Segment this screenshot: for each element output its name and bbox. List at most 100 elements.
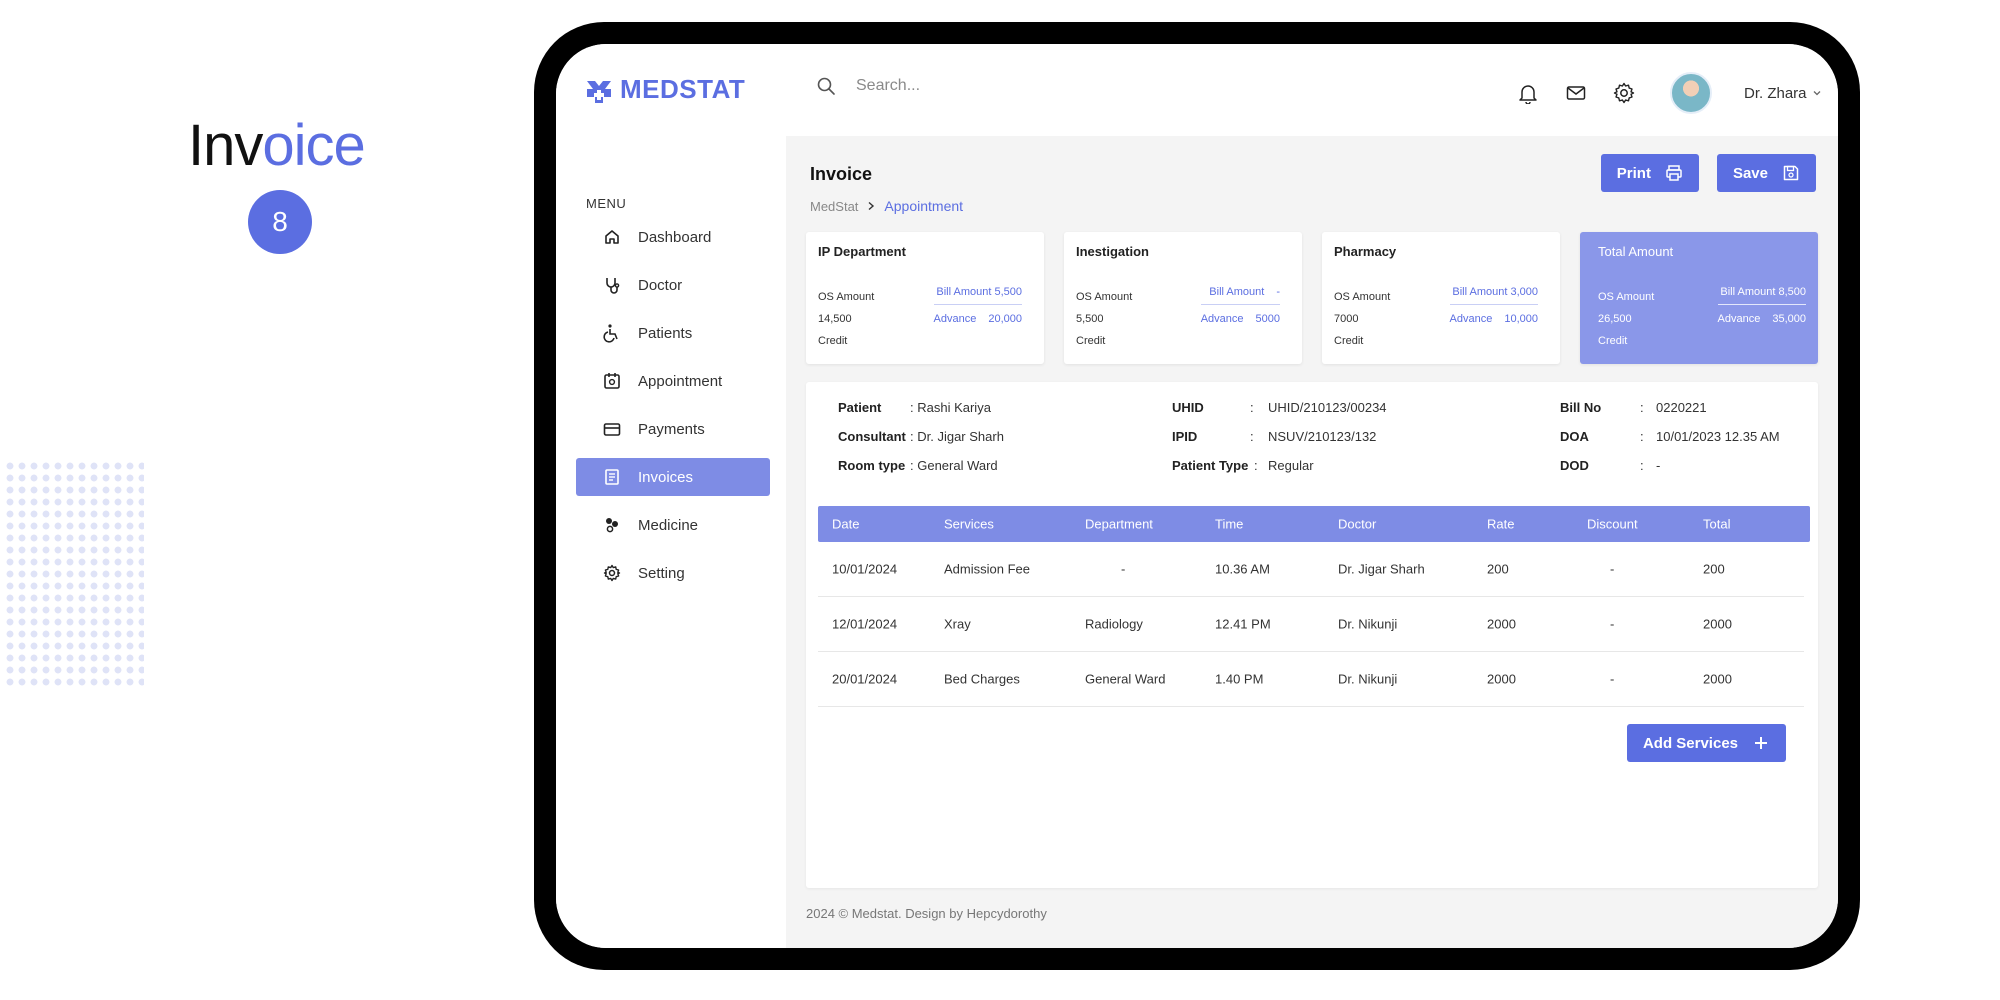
card-os: OS Amount 5,500 Credit <box>1076 286 1132 352</box>
mail-icon <box>1566 86 1586 100</box>
sidebar-item-doctor[interactable]: Doctor <box>576 266 770 304</box>
table-row[interactable]: 20/01/2024 Bed Charges General Ward 1.40… <box>818 652 1804 707</box>
card-bill: Bill Amount 5,500 Advance 20,000 <box>933 286 1022 325</box>
card-title: Total Amount <box>1598 244 1674 259</box>
table-row[interactable]: 10/01/2024 Admission Fee - 10.36 AM Dr. … <box>818 542 1804 597</box>
column-header-rate[interactable]: Rate <box>1487 517 1514 532</box>
cell-rate: 2000 <box>1487 671 1516 687</box>
sidebar-item-label: Payments <box>638 420 705 438</box>
info-colon: : <box>1640 458 1644 473</box>
cell-date: 10/01/2024 <box>832 561 898 577</box>
summary-card-pharmacy: Pharmacy OS Amount 7000 Credit Bill Amou… <box>1322 232 1560 364</box>
chevron-down-icon <box>1813 91 1820 96</box>
user-name: Dr. Zhara <box>1744 84 1807 102</box>
settings-button[interactable] <box>1612 81 1636 105</box>
info-value: 0220221 <box>1656 400 1707 415</box>
info-value: UHID/210123/00234 <box>1268 400 1387 415</box>
bill-label: Bill Amount <box>1720 286 1776 298</box>
search-bar[interactable] <box>816 76 1156 96</box>
sidebar-item-label: Medicine <box>638 516 699 534</box>
info-label: Patient Type <box>1172 458 1249 473</box>
add-services-button[interactable]: Add Services <box>1626 724 1786 762</box>
home-icon <box>605 230 619 244</box>
column-header-time[interactable]: Time <box>1215 517 1243 532</box>
info-value: : General Ward <box>910 458 998 473</box>
bill-value: 5,500 <box>994 286 1022 298</box>
column-header-services[interactable]: Services <box>944 517 994 532</box>
card-bill: Bill Amount - Advance 5000 <box>1200 286 1280 325</box>
promo-title-part1: Inv <box>188 113 263 178</box>
advance-value: 5000 <box>1255 313 1280 325</box>
sidebar-item-label: Appointment <box>638 372 723 390</box>
advance-value: 35,000 <box>1772 313 1806 325</box>
table-row[interactable]: 12/01/2024 Xray Radiology 12.41 PM Dr. N… <box>818 597 1804 652</box>
notifications-button[interactable] <box>1516 81 1540 105</box>
info-colon: : <box>1254 458 1258 473</box>
app-screen: MEDSTAT Dr. Zhara MENU <box>556 44 1838 948</box>
info-colon: : <box>1640 400 1644 415</box>
column-header-date[interactable]: Date <box>832 517 859 532</box>
bill-value: 3,000 <box>1510 286 1538 298</box>
bill-label: Bill Amount <box>1209 286 1265 298</box>
plus-icon <box>1755 737 1767 749</box>
sidebar-item-setting[interactable]: Setting <box>576 554 770 592</box>
gear-icon <box>603 564 621 582</box>
info-label: IPID <box>1172 429 1198 444</box>
save-label: Save <box>1732 164 1768 182</box>
sidebar-item-dashboard[interactable]: Dashboard <box>576 218 770 256</box>
gear-icon <box>1613 82 1635 104</box>
column-header-total[interactable]: Total <box>1703 517 1730 532</box>
user-menu[interactable]: Dr. Zhara <box>1744 85 1823 102</box>
topbar: MEDSTAT Dr. Zhara <box>556 44 1838 136</box>
column-header-department[interactable]: Department <box>1085 517 1153 532</box>
info-colon: : <box>1640 429 1644 444</box>
credit-label: Credit <box>818 335 848 347</box>
info-value: NSUV/210123/132 <box>1268 429 1377 444</box>
sidebar-item-payments[interactable]: Payments <box>576 410 770 448</box>
advance-label: Advance <box>1449 313 1493 325</box>
cell-date: 20/01/2024 <box>832 671 898 687</box>
os-value: 7000 <box>1334 313 1359 325</box>
chevron-right-icon <box>868 201 875 211</box>
search-icon <box>817 77 835 95</box>
column-header-doctor[interactable]: Doctor <box>1338 517 1376 532</box>
sidebar-item-patients[interactable]: Patients <box>576 314 770 352</box>
search-input[interactable] <box>856 77 1156 95</box>
breadcrumb-current[interactable]: Appointment <box>884 198 963 214</box>
card-title: IP Department <box>818 244 906 259</box>
main-content: Invoice MedStat Appointment Print Save I… <box>786 136 1838 948</box>
column-header-discount[interactable]: Discount <box>1587 517 1638 532</box>
sidebar-item-invoices[interactable]: Invoices <box>576 458 770 496</box>
card-os: OS Amount 14,500 Credit <box>818 286 874 352</box>
cell-rate: 2000 <box>1487 616 1516 632</box>
sidebar: MENU Dashboard Doctor Patients Appointme… <box>556 136 786 948</box>
info-uhid: UHID: UHID/210123/00234 <box>1172 400 1387 415</box>
credit-label: Credit <box>1598 335 1628 347</box>
print-button[interactable]: Print <box>1600 154 1699 192</box>
calendar-icon <box>604 373 620 389</box>
printer-icon <box>1666 165 1682 181</box>
sidebar-item-label: Dashboard <box>638 228 712 246</box>
info-doa: DOA:10/01/2023 12.35 AM <box>1560 429 1780 444</box>
avatar[interactable] <box>1670 72 1712 114</box>
messages-button[interactable] <box>1564 81 1588 105</box>
os-label: OS Amount <box>1076 291 1133 303</box>
sidebar-nav: Dashboard Doctor Patients Appointment Pa… <box>576 218 770 602</box>
save-icon <box>1783 165 1799 181</box>
bell-icon <box>1519 85 1537 104</box>
os-label: OS Amount <box>818 291 875 303</box>
cell-department: General Ward <box>1085 671 1166 687</box>
sidebar-item-appointment[interactable]: Appointment <box>576 362 770 400</box>
sidebar-item-medicine[interactable]: Medicine <box>576 506 770 544</box>
info-label: UHID <box>1172 400 1204 415</box>
brand-logo[interactable]: MEDSTAT <box>584 74 745 105</box>
cell-rate: 200 <box>1487 561 1509 577</box>
summary-card-investigation: Inestigation OS Amount 5,500 Credit Bill… <box>1064 232 1302 364</box>
card-icon <box>603 423 621 436</box>
promo-title-part2: oice <box>262 113 365 178</box>
info-label: Room type <box>838 458 906 473</box>
save-button[interactable]: Save <box>1716 154 1816 192</box>
cell-time: 12.41 PM <box>1215 616 1271 632</box>
breadcrumb-root[interactable]: MedStat <box>810 199 858 214</box>
page-actions: Print Save <box>1600 154 1816 192</box>
